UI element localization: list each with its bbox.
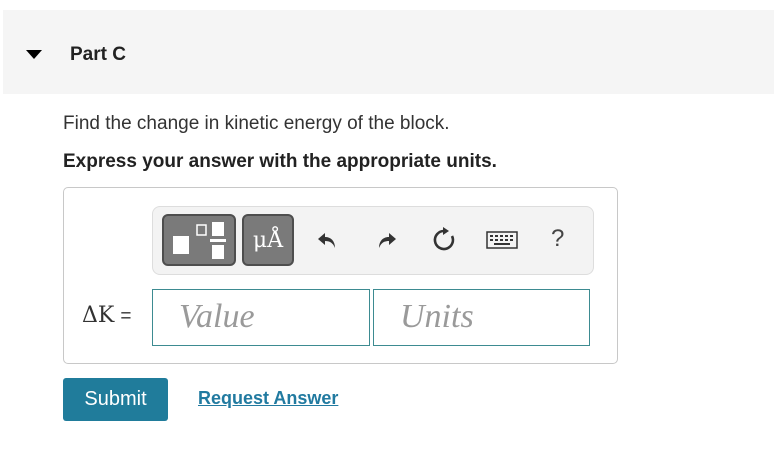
part-title: Part C — [70, 44, 126, 65]
help-icon[interactable]: ? — [551, 225, 564, 253]
templates-icon — [173, 222, 226, 259]
question-text: Find the change in kinetic energy of the… — [63, 113, 450, 134]
reset-icon[interactable] — [428, 224, 460, 256]
keyboard-icon[interactable] — [485, 224, 519, 256]
instruction-text: Express your answer with the appropriate… — [63, 151, 497, 172]
answer-label: ΔK = — [82, 303, 131, 328]
redo-icon[interactable] — [371, 224, 403, 256]
units-button[interactable]: μÅ — [242, 214, 294, 266]
value-input[interactable]: Value — [152, 289, 370, 346]
undo-icon[interactable] — [311, 224, 343, 256]
submit-button[interactable]: Submit — [63, 378, 168, 421]
caret-down-icon[interactable] — [26, 50, 42, 59]
part-header[interactable]: Part C — [3, 10, 774, 94]
templates-button[interactable] — [162, 214, 236, 266]
units-input[interactable]: Units — [373, 289, 590, 346]
math-toolbar: μÅ ? — [152, 206, 594, 275]
request-answer-link[interactable]: Request Answer — [198, 388, 338, 409]
variable-label: ΔK — [82, 303, 115, 328]
answer-box: μÅ ? ΔK = Value Units — [63, 187, 618, 364]
equals-sign: = — [120, 306, 132, 327]
